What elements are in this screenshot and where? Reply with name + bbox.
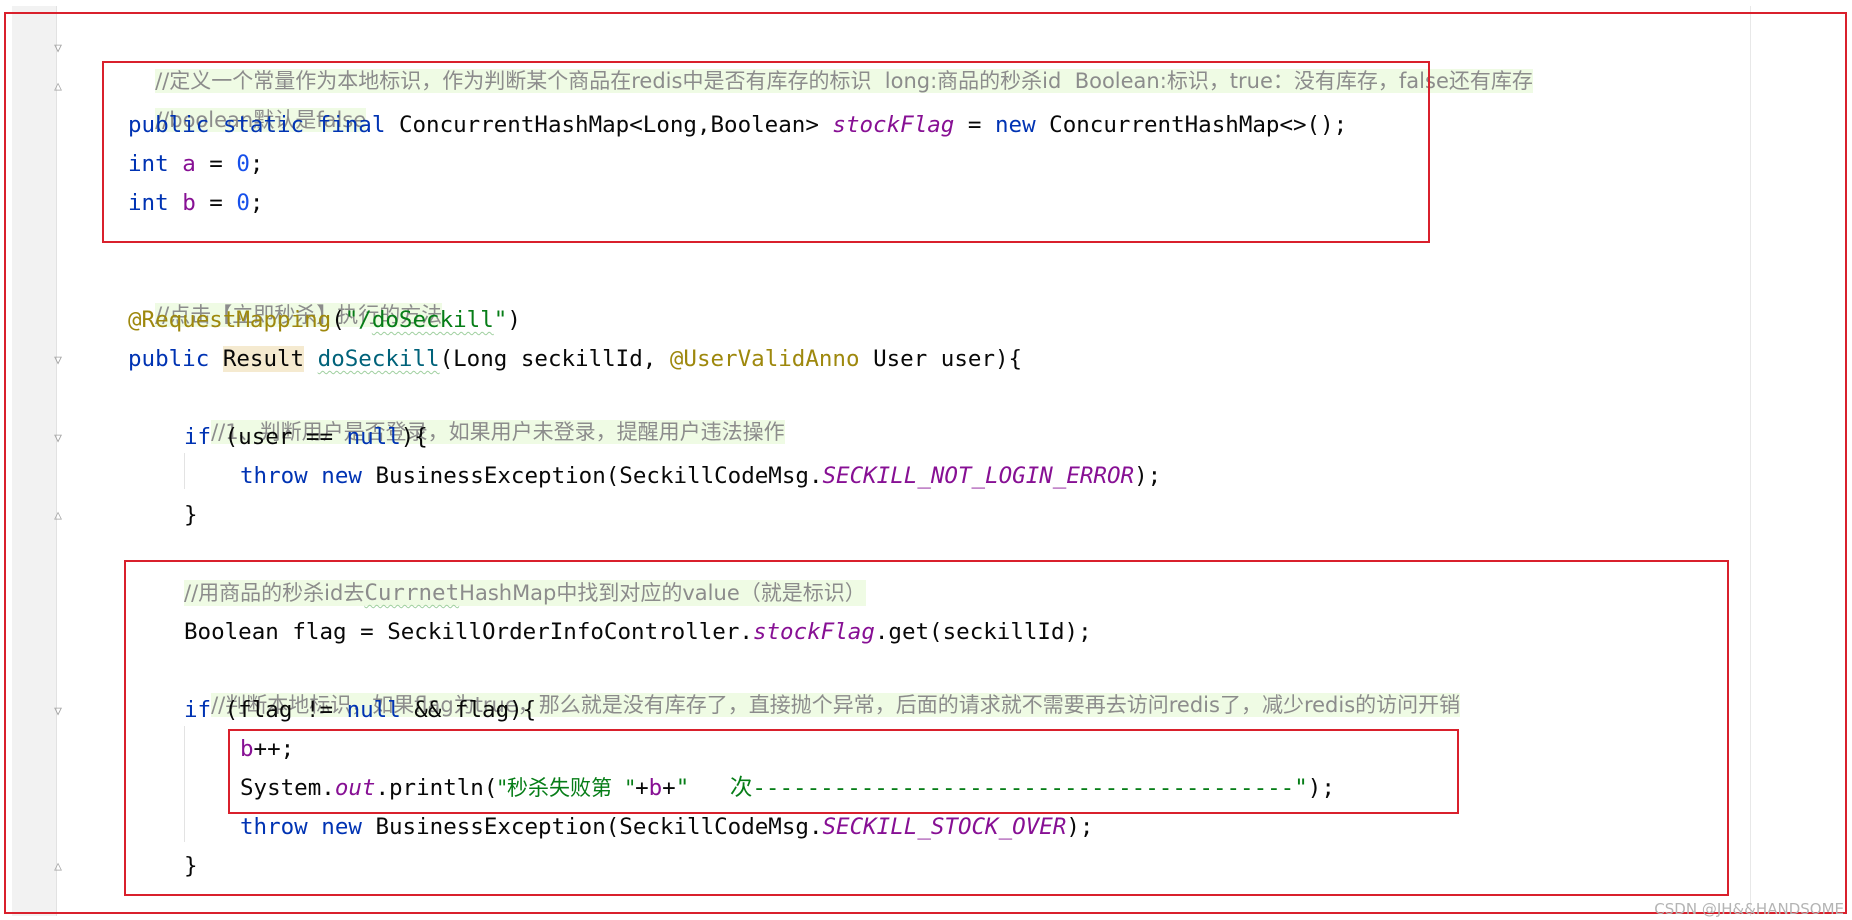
watermark-text: CSDN @JH&&HANDSOME [1654,900,1844,918]
highlight-box-declarations [102,61,1430,243]
highlight-box-counter [228,729,1459,814]
highlight-box-flag-check [124,560,1729,896]
